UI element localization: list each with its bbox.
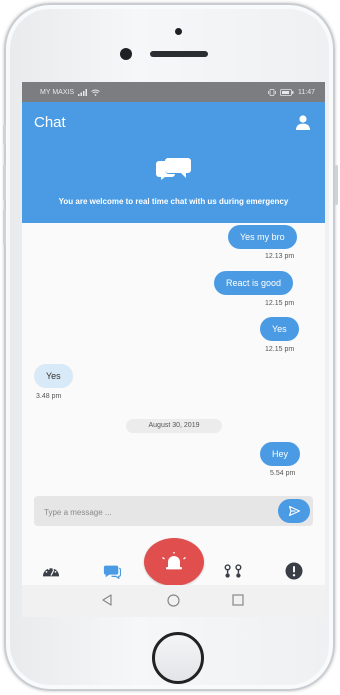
welcome-message: You are welcome to real time chat with u… (58, 197, 289, 206)
volume-down-button (3, 209, 6, 245)
carrier-label: MY MAXIS (40, 88, 75, 96)
vibrate-icon (268, 88, 276, 96)
emergency-alarm-button[interactable] (144, 538, 204, 586)
android-navigation-bar (22, 585, 325, 617)
dashboard-icon[interactable] (42, 563, 60, 579)
clock: 11:47 (298, 88, 315, 96)
message-list[interactable]: Yes my bro 12.13 pm React is good 12.15 … (22, 223, 325, 493)
power-button (335, 165, 338, 205)
date-separator: August 30, 2019 (126, 419, 222, 433)
user-icon[interactable] (295, 114, 311, 130)
front-camera (120, 48, 132, 60)
page-title: Chat (34, 113, 66, 131)
message-time: 5.54 pm (270, 470, 296, 477)
message-time: 3.48 pm (36, 393, 62, 400)
message-bubble-outgoing[interactable]: Hey (260, 442, 301, 466)
app-screen: MY MAXIS 11:47 Chat You are welcome to r… (22, 82, 325, 617)
earpiece-speaker (150, 51, 208, 57)
message-input[interactable] (42, 502, 276, 522)
send-button[interactable] (278, 499, 310, 523)
message-time: 12.15 pm (265, 300, 295, 307)
message-bubble-outgoing[interactable]: React is good (214, 271, 294, 295)
send-icon (288, 506, 300, 516)
recent-apps-icon[interactable] (232, 594, 244, 606)
home-button[interactable] (152, 632, 204, 684)
message-composer (34, 496, 313, 526)
message-time: 12.13 pm (265, 253, 295, 260)
status-bar: MY MAXIS 11:47 (22, 82, 325, 102)
chat-bubbles-icon (155, 158, 191, 180)
volume-up-button (3, 165, 6, 201)
proximity-sensor (175, 28, 182, 35)
chat-icon[interactable] (103, 563, 121, 579)
back-icon[interactable] (101, 594, 113, 606)
battery-icon (280, 88, 294, 96)
wifi-icon (91, 89, 100, 96)
app-header: Chat (22, 102, 325, 142)
welcome-banner: You are welcome to real time chat with u… (22, 142, 325, 223)
home-circle-icon[interactable] (167, 594, 180, 607)
alarm-bell-icon (162, 552, 186, 570)
message-time: 12.15 pm (265, 346, 295, 353)
alert-icon[interactable] (285, 562, 303, 580)
message-bubble-outgoing[interactable]: Yes my bro (228, 225, 297, 249)
mute-switch (3, 125, 6, 145)
signal-icon (78, 88, 88, 96)
route-icon[interactable] (224, 563, 242, 579)
message-bubble-incoming[interactable]: Yes (34, 364, 73, 388)
message-bubble-outgoing[interactable]: Yes (260, 317, 299, 341)
